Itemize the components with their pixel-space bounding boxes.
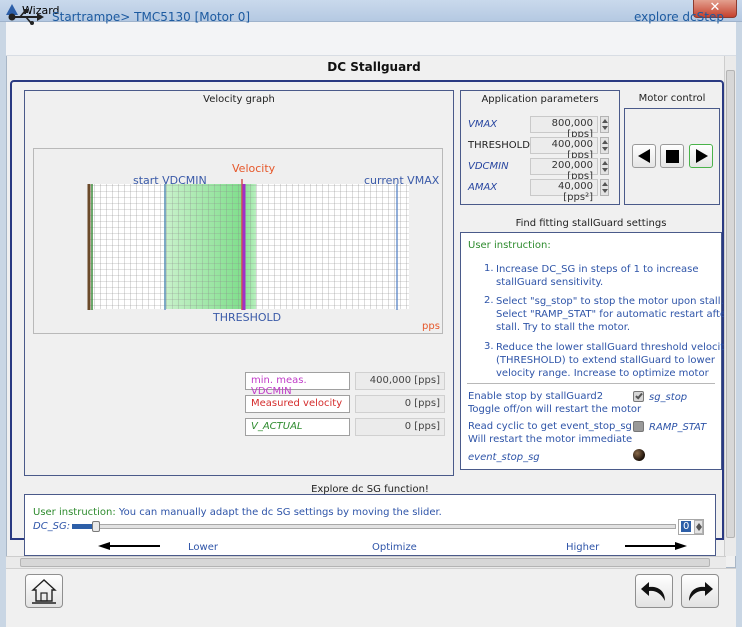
- higher-arrow-icon: [625, 542, 687, 550]
- measured-velocity-label: Measured velocity: [245, 395, 350, 413]
- v-actual-label: V_ACTUAL: [245, 418, 350, 436]
- param-vdcmin-label: VDCMIN: [468, 161, 509, 172]
- redo-arrow-icon: [689, 582, 713, 601]
- application-parameters-title: Application parameters: [481, 94, 599, 105]
- graph-start-vdcmin-label: start VDCMIN: [133, 174, 207, 187]
- explore-instruction-heading: User instruction:: [33, 507, 116, 518]
- param-threshold-spinner[interactable]: [600, 137, 609, 154]
- param-amax-spinner[interactable]: [600, 179, 609, 196]
- higher-label: Higher: [566, 542, 600, 553]
- param-threshold-label: THRESHOLD: [468, 140, 530, 151]
- event-stop-sg-indicator: [633, 449, 645, 461]
- velocity-graph-title: Velocity graph: [203, 94, 275, 105]
- stop-button[interactable]: [660, 144, 684, 168]
- v-actual-value: 0 [pps]: [355, 418, 445, 436]
- step-2-line-2: Select "RAMP_STAT" for automatic restart…: [496, 309, 731, 320]
- sg-stop-text-2: Toggle off/on will restart the motor: [468, 404, 642, 415]
- check-icon: [635, 391, 643, 400]
- sg-stop-text-1: Enable stop by stallGuard2: [468, 391, 604, 402]
- home-button[interactable]: [25, 574, 63, 608]
- next-button[interactable]: [681, 574, 719, 608]
- ramp-stat-checkbox[interactable]: [633, 421, 644, 432]
- step-3-line-2: (THRESHOLD) to extend stallGuard to lowe…: [496, 355, 715, 366]
- dc-sg-slider-fill: [72, 524, 94, 529]
- header-bar: [6, 22, 736, 56]
- lower-arrow-icon: [98, 542, 160, 550]
- undo-arrow-icon: [641, 582, 665, 601]
- step-2-text: Select "sg_stop" to stop the motor upon …: [496, 295, 730, 334]
- bottom-bar: [6, 568, 736, 627]
- page-title: DC Stallguard: [327, 60, 421, 74]
- back-button[interactable]: [635, 574, 673, 608]
- graph-velocity-label: Velocity: [232, 162, 276, 175]
- min-meas-vdcmin-value: 400,000 [pps]: [355, 372, 445, 390]
- usb-icon: [8, 9, 44, 25]
- stallguard-instruction-heading: User instruction:: [468, 240, 551, 251]
- lower-label: Lower: [188, 542, 218, 553]
- optimize-label: Optimize: [372, 542, 417, 553]
- step-3-number: 3.: [484, 341, 494, 352]
- home-icon: [31, 579, 57, 604]
- graph-current-vmax-label: current VMAX: [364, 174, 440, 187]
- sg-stop-label: sg_stop: [649, 392, 688, 403]
- step-2-number: 2.: [484, 295, 494, 306]
- sg-stop-checkbox[interactable]: [633, 391, 644, 402]
- step-3-text: Reduce the lower stallGuard threshold ve…: [496, 341, 730, 380]
- step-2-line-3: stall. Try to stall the motor.: [496, 322, 631, 333]
- step-1-text: Increase DC_SG in steps of 1 to increase…: [496, 263, 699, 289]
- dc-sg-slider-track[interactable]: [72, 524, 676, 529]
- velocity-graph: Velocity start VDCMIN current VMAX THRES…: [33, 148, 443, 334]
- param-vdcmin-input[interactable]: 200,000 [pps]: [530, 158, 598, 182]
- explore-instruction: User instruction: You can manually adapt…: [33, 507, 442, 518]
- ramp-stat-text-2: Will restart the motor immediate: [468, 434, 633, 445]
- param-amax-label: AMAX: [468, 182, 498, 193]
- measured-velocity-value: 0 [pps]: [355, 395, 445, 413]
- graph-unit-label: pps: [422, 321, 440, 332]
- step-2-line-1: Select "sg_stop" to stop the motor upon …: [496, 296, 724, 307]
- param-vmax-input[interactable]: 800,000 [pps]: [530, 116, 598, 140]
- ramp-stat-description: Read cyclic to get event_stop_sg Will re…: [468, 420, 632, 446]
- param-amax-input[interactable]: 40,000 [pps²]: [530, 179, 598, 203]
- sg-stop-description: Enable stop by stallGuard2 Toggle off/on…: [468, 390, 641, 416]
- rotate-left-button[interactable]: [632, 144, 656, 168]
- dc-sg-slider-thumb[interactable]: [92, 521, 100, 532]
- event-stop-sg-label: event_stop_sg: [468, 452, 540, 463]
- step-1-line-1: Increase DC_SG in steps of 1 to increase: [496, 264, 699, 275]
- breadcrumb[interactable]: Startrampe> TMC5130 [Motor 0]: [52, 10, 250, 24]
- step-1-number: 1.: [484, 263, 494, 274]
- play-right-icon: [696, 149, 708, 163]
- vertical-scrollbar-thumb[interactable]: [726, 70, 735, 538]
- ramp-stat-label: RAMP_STAT: [649, 422, 707, 433]
- param-vmax-spinner[interactable]: [600, 116, 609, 133]
- step-1-line-2: stallGuard sensitivity.: [496, 277, 604, 288]
- dc-sg-spinner[interactable]: [694, 520, 703, 534]
- play-left-icon: [638, 149, 650, 163]
- dc-sg-slider-label: DC_SG:: [33, 521, 71, 532]
- step-3-line-3: velocity range. Increase to optimize mot…: [496, 368, 709, 379]
- stallguard-settings-title: Find fitting stallGuard settings: [515, 218, 667, 229]
- param-vdcmin-spinner[interactable]: [600, 158, 609, 175]
- explore-dcstep-link[interactable]: explore dcStep: [634, 10, 724, 24]
- horizontal-scrollbar-thumb[interactable]: [20, 558, 710, 567]
- dc-sg-stepper[interactable]: 0: [678, 519, 704, 535]
- stop-icon: [666, 150, 679, 163]
- motor-control-title: Motor control: [638, 93, 706, 104]
- graph-threshold-label: THRESHOLD: [213, 311, 282, 324]
- ramp-stat-text-1: Read cyclic to get event_stop_sg: [468, 421, 632, 432]
- rotate-right-button[interactable]: [689, 144, 713, 168]
- step-3-line-1: Reduce the lower stallGuard threshold ve…: [496, 342, 731, 353]
- param-vmax-label: VMAX: [468, 119, 498, 130]
- explore-instruction-text: You can manually adapt the dc SG setting…: [118, 507, 442, 518]
- param-threshold-input[interactable]: 400,000 [pps]: [530, 137, 598, 161]
- divider: [467, 383, 715, 384]
- dc-sg-value[interactable]: 0: [681, 521, 692, 532]
- min-meas-vdcmin-label: min. meas. VDCMIN: [245, 372, 350, 397]
